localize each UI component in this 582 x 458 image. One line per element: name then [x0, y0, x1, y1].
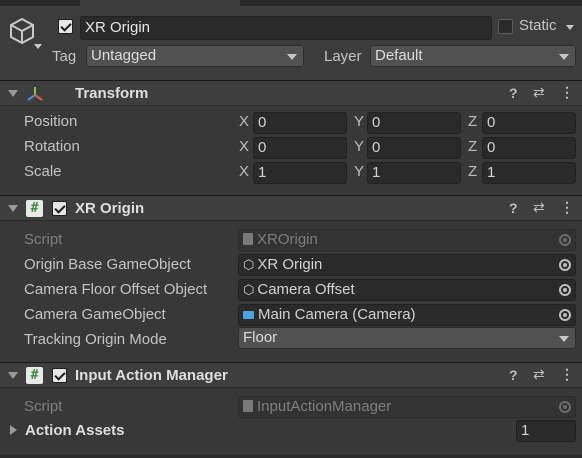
static-label: Static [519, 17, 557, 34]
script-field: InputActionManager [238, 396, 576, 418]
gameobject-cube-icon: ⬡ [243, 282, 255, 297]
axis-x-label: X [239, 113, 250, 130]
tag-label: Tag [52, 48, 77, 65]
origin-base-field[interactable]: ⬡ XR Origin [238, 254, 576, 276]
position-label: Position [24, 113, 78, 130]
axis-y-label: Y [354, 163, 365, 180]
position-x-field[interactable]: 0 [253, 112, 347, 134]
kebab-menu-icon[interactable]: ⋮ [560, 84, 574, 101]
rotation-y-field[interactable]: 0 [367, 137, 461, 159]
position-y-field[interactable]: 0 [367, 112, 461, 134]
icon-dropdown-caret[interactable] [34, 44, 42, 49]
transform-icon [27, 87, 43, 101]
transform-title: Transform [75, 85, 149, 102]
gameobject-active-toggle[interactable] [58, 19, 73, 34]
presets-icon[interactable]: ⇄ [533, 366, 545, 383]
tracking-origin-mode-dropdown[interactable]: Floor [238, 327, 576, 349]
tag-dropdown-value: Untagged [91, 47, 157, 64]
scale-label: Scale [24, 163, 62, 180]
script-field: XROrigin [238, 229, 576, 251]
input-action-manager-enabled-toggle[interactable] [52, 368, 67, 383]
camera-floor-offset-value: Camera Offset [257, 281, 355, 298]
foldout-arrow-icon[interactable] [8, 90, 18, 97]
camera-floor-offset-label: Camera Floor Offset Object [24, 281, 208, 298]
tag-dropdown[interactable]: Untagged [86, 45, 304, 67]
script-icon: # [26, 367, 43, 384]
camera-gameobject-label: Camera GameObject [24, 306, 166, 323]
scale-z-field[interactable]: 1 [482, 162, 576, 184]
axis-z-label: Z [468, 163, 478, 180]
input-action-manager-header[interactable]: # Input Action Manager ? ⇄ ⋮ [0, 362, 582, 388]
gameobject-name-field[interactable]: XR Origin [80, 16, 492, 40]
layer-dropdown-value: Default [375, 47, 423, 64]
static-checkbox[interactable] [498, 19, 513, 34]
action-assets-foldout-icon[interactable] [10, 425, 17, 435]
rotation-label: Rotation [24, 138, 80, 155]
origin-base-label: Origin Base GameObject [24, 256, 191, 273]
static-dropdown-caret[interactable] [566, 25, 574, 30]
rotation-z-field[interactable]: 0 [482, 137, 576, 159]
camera-gameobject-value: Main Camera (Camera) [258, 306, 416, 323]
axis-y-label: Y [354, 138, 365, 155]
chevron-down-icon [559, 54, 569, 60]
script-file-icon [243, 400, 253, 412]
axis-x-label: X [239, 163, 250, 180]
script-label: Script [24, 231, 63, 248]
origin-base-value: XR Origin [257, 256, 323, 273]
help-icon[interactable]: ? [509, 367, 518, 383]
gameobject-cube-icon: ⬡ [243, 257, 255, 272]
xr-origin-body: Script XROrigin Origin Base GameObject ⬡… [0, 221, 582, 355]
kebab-menu-icon[interactable]: ⋮ [560, 199, 574, 216]
gameobject-header: XR Origin Static Tag Untagged Layer Defa… [0, 6, 582, 80]
help-icon[interactable]: ? [509, 85, 518, 101]
object-picker-icon [553, 397, 575, 417]
axis-y-label: Y [354, 113, 365, 130]
script-field-value: InputActionManager [257, 398, 392, 415]
action-assets-label[interactable]: Action Assets [25, 422, 124, 439]
input-action-manager-title: Input Action Manager [75, 367, 228, 384]
rotation-x-field[interactable]: 0 [253, 137, 347, 159]
camera-gameobject-field[interactable]: Main Camera (Camera) [238, 304, 576, 326]
chevron-down-icon [287, 54, 297, 60]
xr-origin-header[interactable]: # XR Origin ? ⇄ ⋮ [0, 195, 582, 221]
object-picker-icon[interactable] [553, 255, 575, 275]
layer-label: Layer [324, 48, 362, 65]
action-assets-count-field[interactable]: 1 [516, 420, 576, 442]
script-label: Script [24, 398, 63, 415]
kebab-menu-icon[interactable]: ⋮ [560, 366, 574, 383]
object-picker-icon [553, 230, 575, 250]
camera-icon [243, 311, 254, 319]
presets-icon[interactable]: ⇄ [533, 199, 545, 216]
object-picker-icon[interactable] [553, 280, 575, 300]
layer-dropdown[interactable]: Default [370, 45, 576, 67]
tracking-origin-mode-label: Tracking Origin Mode [24, 331, 167, 348]
script-icon: # [26, 200, 43, 217]
chevron-down-icon [559, 336, 569, 342]
position-z-field[interactable]: 0 [482, 112, 576, 134]
presets-icon[interactable]: ⇄ [533, 84, 545, 101]
axis-x-label: X [239, 138, 250, 155]
transform-header[interactable]: Transform ? ⇄ ⋮ [0, 80, 582, 106]
object-picker-icon[interactable] [553, 305, 575, 325]
scale-x-field[interactable]: 1 [253, 162, 347, 184]
foldout-arrow-icon[interactable] [8, 205, 18, 212]
camera-floor-offset-field[interactable]: ⬡ Camera Offset [238, 279, 576, 301]
script-file-icon [243, 233, 253, 245]
xr-origin-enabled-toggle[interactable] [52, 201, 67, 216]
axis-z-label: Z [468, 138, 478, 155]
xr-origin-title: XR Origin [75, 200, 145, 217]
tracking-origin-mode-value: Floor [243, 329, 278, 346]
scale-y-field[interactable]: 1 [367, 162, 461, 184]
script-field-value: XROrigin [257, 231, 318, 248]
gameobject-cube-icon [10, 17, 34, 45]
foldout-arrow-icon[interactable] [8, 372, 18, 379]
help-icon[interactable]: ? [509, 200, 518, 216]
transform-body: Position X 0 Y 0 Z 0 Rotation X 0 Y 0 Z … [0, 106, 582, 190]
axis-z-label: Z [468, 113, 478, 130]
input-action-manager-body: Script InputActionManager Action Assets … [0, 388, 582, 458]
